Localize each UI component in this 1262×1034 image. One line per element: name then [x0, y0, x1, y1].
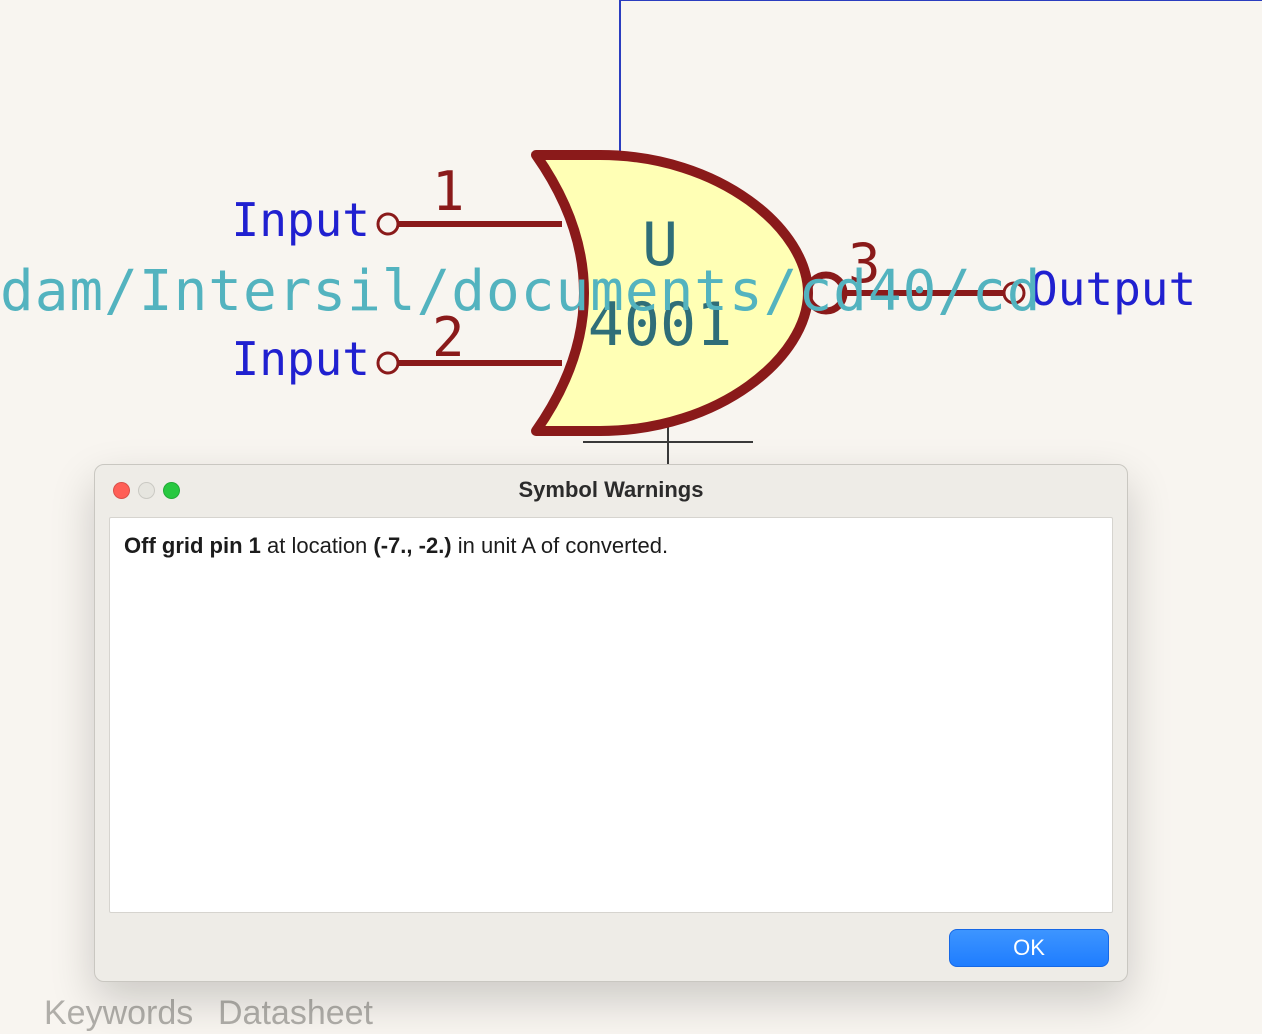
dialog-message-area: Off grid pin 1 at location (-7., -2.) in… — [109, 517, 1113, 913]
gate-body — [536, 155, 808, 431]
dialog-title: Symbol Warnings — [95, 477, 1127, 503]
symbol-datasheet-overlay: dam/Intersil/documents/cd40/cd — [0, 259, 1041, 324]
pin-1-number: 1 — [432, 160, 465, 223]
schematic-canvas[interactable]: 1 2 3 Input Input Output U 4001 dam/Inte… — [0, 0, 1262, 1034]
symbol-value: 4001 — [588, 290, 733, 360]
pin-3-endpoint — [1004, 283, 1024, 303]
pin-3-name: Output — [1030, 262, 1196, 316]
pin-3-number: 3 — [848, 232, 881, 295]
pin-1-name: Input — [232, 193, 370, 247]
symbol-reference: U — [642, 210, 678, 280]
dialog-msg-text-2: in unit A of converted. — [452, 533, 668, 558]
dialog-titlebar[interactable]: Symbol Warnings — [95, 465, 1127, 517]
pin-2-name: Input — [232, 332, 370, 386]
gate-invert-bubble — [808, 275, 844, 311]
dialog-msg-bold-1: Off grid pin 1 — [124, 533, 261, 558]
datasheet-label: Datasheet — [218, 994, 373, 1033]
pin-1-endpoint — [378, 214, 398, 234]
dialog-msg-text-1: at location — [261, 533, 374, 558]
dialog-msg-bold-2: (-7., -2.) — [373, 533, 451, 558]
ok-button[interactable]: OK — [949, 929, 1109, 967]
keywords-label: Keywords — [44, 994, 193, 1033]
symbol-warnings-dialog: Symbol Warnings Off grid pin 1 at locati… — [94, 464, 1128, 982]
pin-2-endpoint — [378, 353, 398, 373]
pin-2-number: 2 — [432, 306, 465, 369]
